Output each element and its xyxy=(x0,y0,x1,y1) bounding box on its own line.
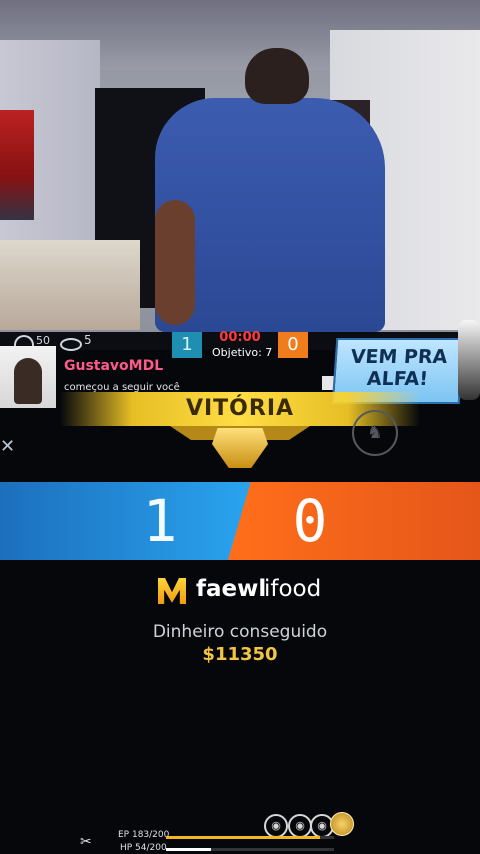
money-label: Dinheiro conseguido xyxy=(152,622,328,642)
m-logo-icon xyxy=(158,578,186,604)
promo-banner-text: VEM PRA ALFA! xyxy=(349,346,448,390)
wolf-mask-icon[interactable]: ◉ xyxy=(288,814,312,838)
team-orange-score-box: 0 xyxy=(278,332,308,358)
tiger-mask-icon[interactable]: ◉ xyxy=(264,814,288,838)
orange-team-panel xyxy=(228,482,480,560)
tools-icon[interactable]: ✂ xyxy=(80,834,92,850)
guild-emblem-icon: ♞ xyxy=(352,410,398,456)
hp-bar xyxy=(166,848,334,851)
team-blue-score-box: 1 xyxy=(172,332,202,358)
streamer-head xyxy=(245,48,309,104)
blue-team-panel xyxy=(0,482,252,560)
gold-coin-icon[interactable] xyxy=(330,812,354,836)
ep-bar xyxy=(166,836,334,839)
sponsor-ifood: ifood xyxy=(264,576,322,602)
wall-flag xyxy=(0,110,34,220)
objective-label: Objetivo: 7 xyxy=(212,346,273,359)
ep-bar-fill xyxy=(166,836,320,839)
ep-label: EP 183/200 xyxy=(118,830,170,840)
webcam-feed xyxy=(0,0,480,332)
match-timer: 00:00 xyxy=(219,330,261,345)
mascot-image xyxy=(458,320,480,400)
streamer-arm xyxy=(155,200,195,325)
eye-icon xyxy=(60,338,82,351)
money-value: $11350 xyxy=(202,644,278,665)
final-score-band: 1 0 xyxy=(0,482,480,560)
viewer-count: 5 xyxy=(84,333,92,347)
sponsor-faewl: faewl xyxy=(196,576,267,602)
trophy-icon xyxy=(212,428,268,468)
sponsor-row: faewl ifood xyxy=(0,576,480,610)
hp-label: HP 54/200 xyxy=(120,843,167,853)
orange-team-score: 0 xyxy=(292,487,328,555)
hp-bar-fill xyxy=(166,848,212,851)
bed xyxy=(0,240,140,330)
crossed-swords-icon: ✕ xyxy=(0,436,16,457)
blue-team-score: 1 xyxy=(142,487,178,555)
victory-title: VITÓRIA xyxy=(185,396,295,421)
follower-username: GustavoMDL xyxy=(64,358,164,374)
